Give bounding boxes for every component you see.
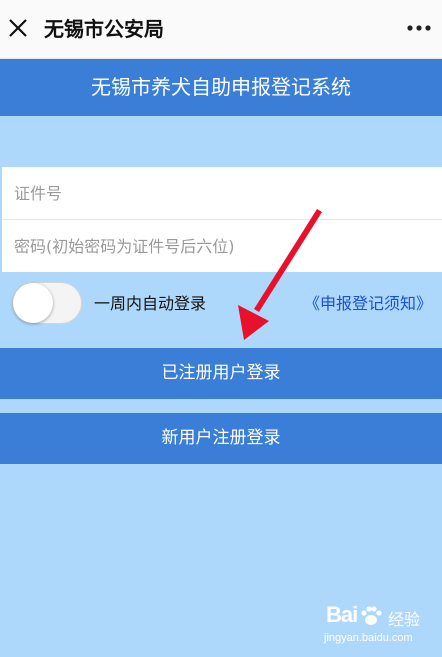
id-number-input[interactable] bbox=[2, 167, 442, 219]
toggle-knob bbox=[13, 283, 53, 323]
watermark-suffix: 经验 bbox=[388, 610, 421, 629]
login-form bbox=[2, 167, 442, 272]
close-icon[interactable] bbox=[8, 18, 28, 38]
registered-user-login-button[interactable]: 已注册用户登录 bbox=[0, 348, 442, 399]
baidu-watermark: Bai 经验 jingyan.baidu.com bbox=[318, 600, 438, 650]
watermark-brand: Bai bbox=[326, 602, 358, 627]
watermark-url: jingyan.baidu.com bbox=[324, 632, 413, 644]
auto-login-label: 一周内自动登录 bbox=[94, 294, 207, 313]
app-title: 无锡市公安局 bbox=[44, 17, 164, 41]
registration-notice-link[interactable]: 《申报登记须知》 bbox=[304, 293, 432, 315]
auto-login-toggle[interactable] bbox=[12, 282, 82, 324]
paw-icon bbox=[361, 606, 382, 625]
password-input[interactable] bbox=[2, 220, 442, 272]
top-bar: 无锡市公安局 bbox=[0, 0, 442, 59]
system-banner: 无锡市养犬自助申报登记系统 bbox=[0, 59, 442, 116]
new-user-register-button[interactable]: 新用户注册登录 bbox=[0, 413, 442, 464]
more-dots-icon[interactable] bbox=[406, 18, 432, 38]
